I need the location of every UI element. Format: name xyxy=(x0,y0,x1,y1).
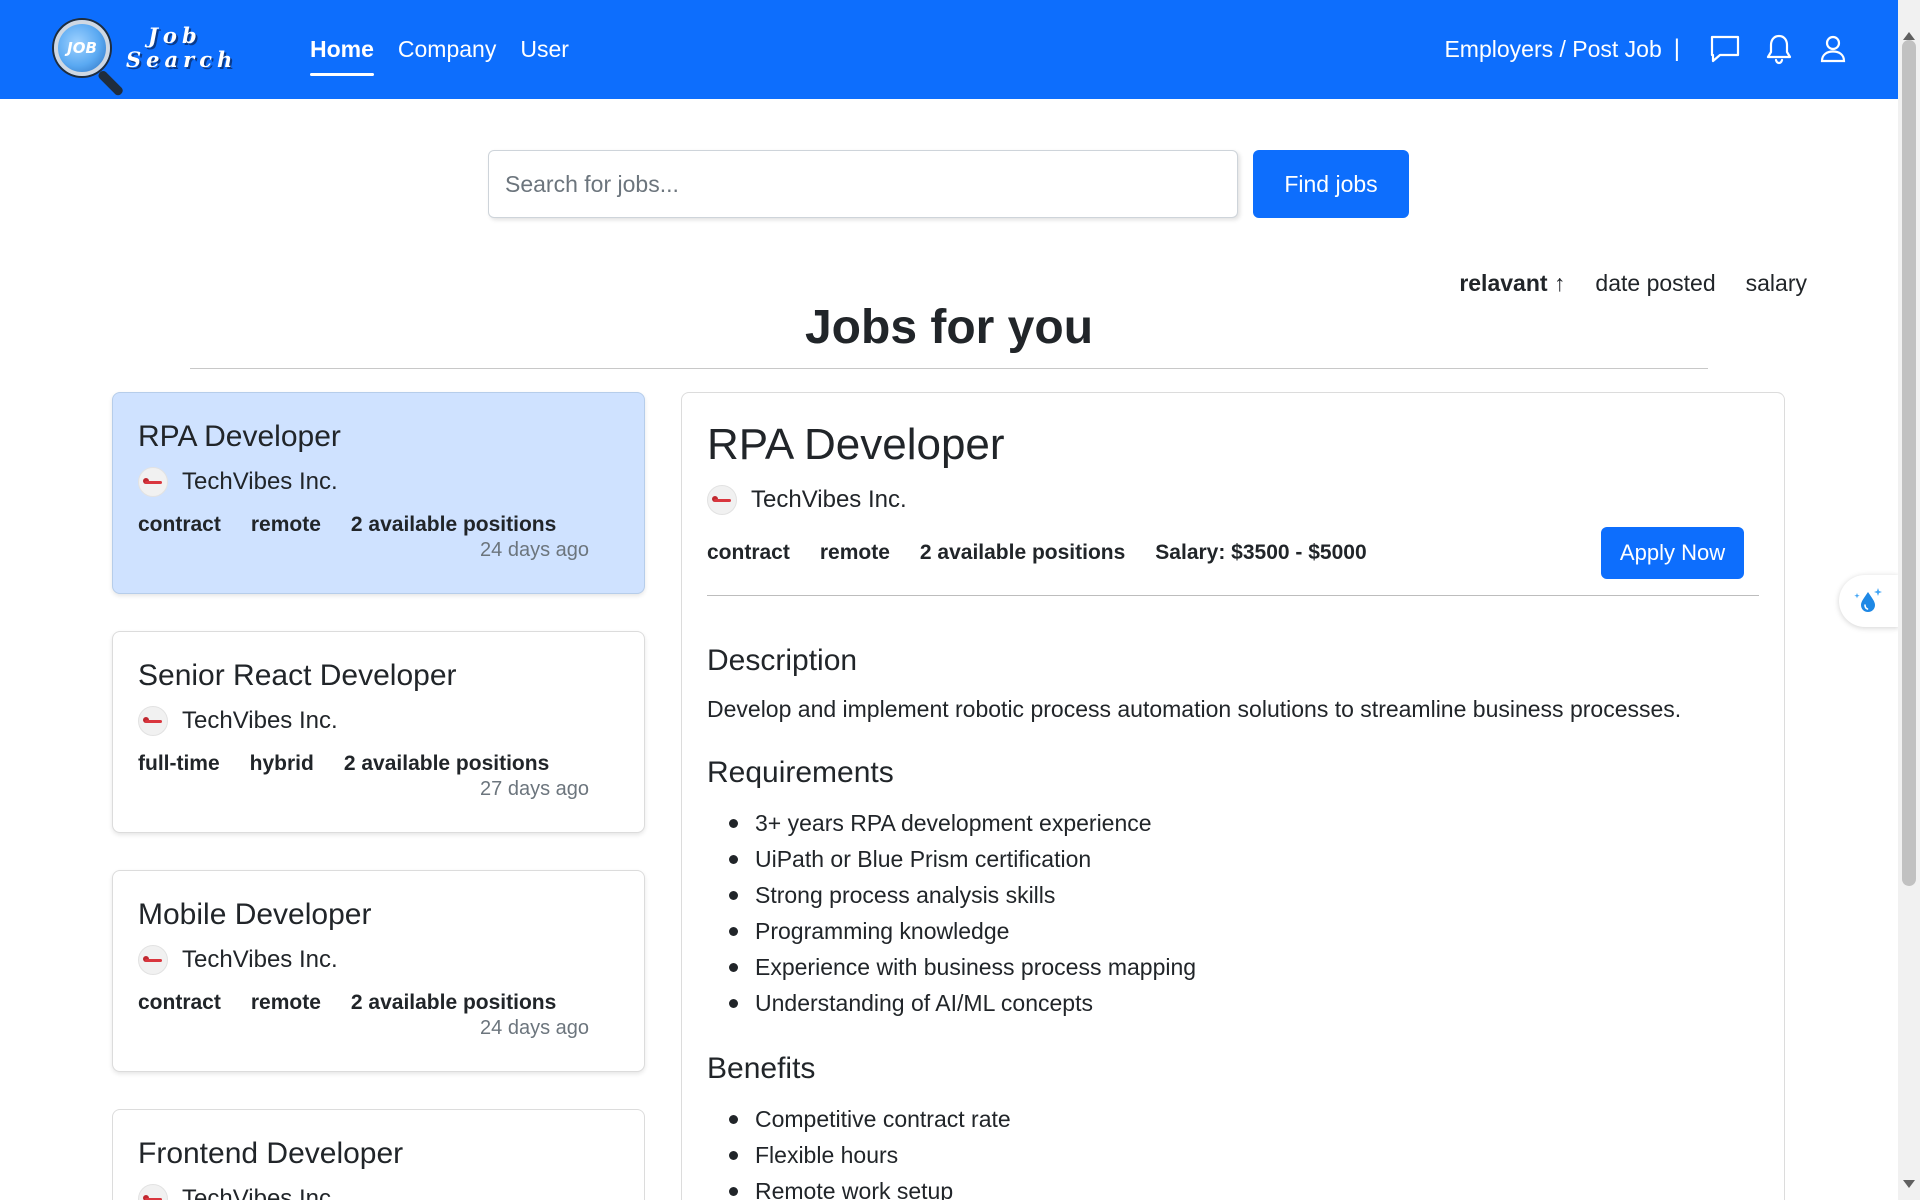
company-logo xyxy=(138,706,168,736)
page-scrollbar[interactable] xyxy=(1898,0,1920,1200)
job-type-tag: full-time xyxy=(138,752,220,775)
job-detail-panel: RPA Developer TechVibes Inc. contract re… xyxy=(681,392,1785,1200)
main-nav: Home Company User xyxy=(310,34,569,76)
detail-title: RPA Developer xyxy=(707,420,1005,469)
logo-text-line1: Job xyxy=(148,23,202,48)
apply-now-button[interactable]: Apply Now xyxy=(1601,527,1744,579)
sort-relevant[interactable]: relavant ↑ xyxy=(1459,268,1565,298)
detail-salary: Salary: $3500 - $5000 xyxy=(1155,541,1367,564)
bell-icon[interactable] xyxy=(1752,30,1806,68)
water-drop-sparkle-icon xyxy=(1854,588,1882,612)
scroll-up-arrow-icon[interactable] xyxy=(1903,32,1915,40)
job-card-title: RPA Developer xyxy=(138,420,341,453)
job-positions-tag: 2 available positions xyxy=(350,991,557,1014)
job-card[interactable]: Mobile Developer TechVibes Inc. contract… xyxy=(112,870,645,1072)
job-card[interactable]: Frontend Developer TechVibes Inc. xyxy=(112,1109,645,1200)
nav-home[interactable]: Home xyxy=(310,34,374,76)
job-card-company: TechVibes Inc. xyxy=(182,1185,338,1200)
detail-company: TechVibes Inc. xyxy=(751,486,907,513)
company-logo xyxy=(138,467,168,497)
benefit-item: Flexible hours xyxy=(729,1137,1759,1173)
requirement-item: UiPath or Blue Prism certification xyxy=(729,841,1759,877)
job-posted-date: 27 days ago xyxy=(480,778,589,800)
job-card[interactable]: RPA Developer TechVibes Inc. contract re… xyxy=(112,392,645,594)
floating-assistant-button[interactable] xyxy=(1839,575,1899,627)
job-card-company: TechVibes Inc. xyxy=(182,468,338,495)
title-divider xyxy=(190,368,1708,369)
chat-icon[interactable] xyxy=(1698,30,1752,68)
requirement-item: Strong process analysis skills xyxy=(729,877,1759,913)
find-jobs-button[interactable]: Find jobs xyxy=(1253,150,1409,218)
detail-positions-tag: 2 available positions xyxy=(919,541,1126,564)
nav-actions: Employers / Post Job | xyxy=(1444,30,1860,68)
requirement-item: Experience with business process mapping xyxy=(729,949,1759,985)
sort-date-posted[interactable]: date posted xyxy=(1595,268,1715,298)
job-search-input[interactable] xyxy=(488,150,1238,218)
job-card-company: TechVibes Inc. xyxy=(182,946,338,973)
requirement-item: 3+ years RPA development experience xyxy=(729,805,1759,841)
detail-location-tag: remote xyxy=(819,541,890,564)
job-type-tag: contract xyxy=(138,513,221,536)
nav-user[interactable]: User xyxy=(520,34,569,76)
job-positions-tag: 2 available positions xyxy=(350,513,557,536)
job-card-company: TechVibes Inc. xyxy=(182,707,338,734)
detail-type-tag: contract xyxy=(707,541,790,564)
company-logo xyxy=(707,485,737,515)
job-positions-tag: 2 available positions xyxy=(343,752,550,775)
detail-divider xyxy=(707,595,1759,596)
employers-post-job-link[interactable]: Employers / Post Job xyxy=(1444,30,1661,68)
requirements-list: 3+ years RPA development experience UiPa… xyxy=(707,805,1759,1021)
benefit-item: Remote work setup xyxy=(729,1173,1759,1200)
job-location-tag: hybrid xyxy=(249,752,314,775)
job-type-tag: contract xyxy=(138,991,221,1014)
company-logo xyxy=(138,945,168,975)
logo-text-line2: Search xyxy=(126,47,238,72)
sort-salary[interactable]: salary xyxy=(1746,268,1807,298)
job-posted-date: 24 days ago xyxy=(480,539,589,561)
job-search-logo[interactable]: JOB Job Search xyxy=(48,18,248,97)
nav-company[interactable]: Company xyxy=(398,34,496,76)
job-card-title: Senior React Developer xyxy=(138,659,457,692)
job-location-tag: remote xyxy=(250,991,321,1014)
description-heading: Description xyxy=(707,644,858,677)
scroll-down-arrow-icon[interactable] xyxy=(1903,1180,1915,1188)
user-icon[interactable] xyxy=(1806,30,1860,68)
scrollbar-thumb[interactable] xyxy=(1902,40,1916,886)
requirement-item: Understanding of AI/ML concepts xyxy=(729,985,1759,1021)
nav-separator: | xyxy=(1673,35,1680,62)
benefits-list: Competitive contract rate Flexible hours… xyxy=(707,1101,1759,1200)
requirements-heading: Requirements xyxy=(707,756,894,789)
job-posted-date: 24 days ago xyxy=(480,1017,589,1039)
page-title: Jobs for you xyxy=(804,301,1094,354)
job-location-tag: remote xyxy=(250,513,321,536)
company-logo xyxy=(138,1184,168,1200)
job-card-title: Mobile Developer xyxy=(138,898,372,931)
requirement-item: Programming knowledge xyxy=(729,913,1759,949)
job-card-title: Frontend Developer xyxy=(138,1137,404,1170)
benefits-heading: Benefits xyxy=(707,1052,816,1085)
top-navbar: JOB Job Search Home Company User Employe… xyxy=(0,0,1898,99)
benefit-item: Competitive contract rate xyxy=(729,1101,1759,1137)
sort-options: relavant ↑ date posted salary xyxy=(1459,268,1807,298)
job-card[interactable]: Senior React Developer TechVibes Inc. fu… xyxy=(112,631,645,833)
magnifier-icon: JOB xyxy=(54,20,110,76)
description-text: Develop and implement robotic process au… xyxy=(707,696,1682,722)
